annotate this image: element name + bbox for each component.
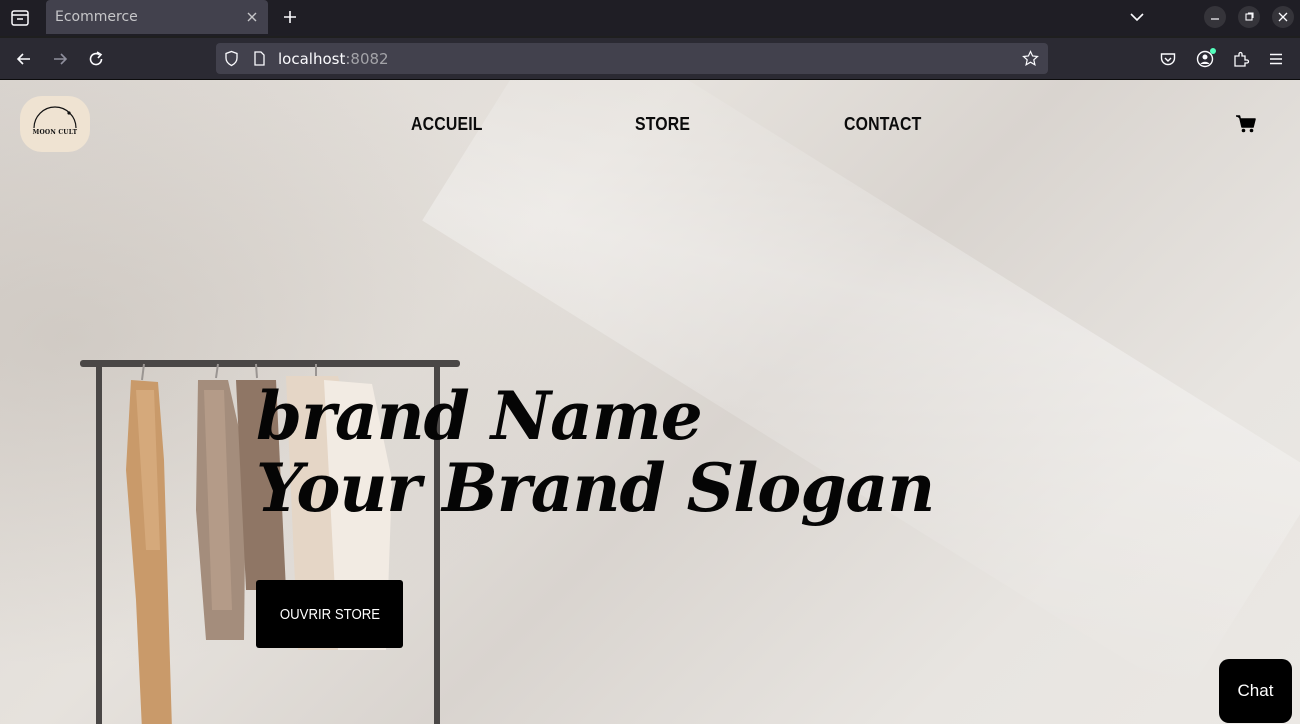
browser-nav-bar: localhost:8082 — [0, 38, 1300, 80]
menu-icon[interactable] — [1267, 50, 1285, 68]
hero-heading: brand Name Your Brand Slogan — [256, 377, 935, 527]
brand-slogan: Your Brand Slogan — [256, 449, 935, 527]
url-port: :8082 — [345, 50, 389, 68]
pocket-icon[interactable] — [1159, 50, 1177, 68]
brand-name: brand Name — [256, 377, 703, 455]
nav-link-home[interactable]: ACCUEIL — [411, 114, 483, 135]
url-host: localhost — [278, 50, 346, 68]
plus-icon[interactable] — [280, 7, 300, 27]
logo-text: MOON CULT — [32, 129, 78, 136]
notification-dot — [1210, 48, 1216, 54]
star-icon[interactable] — [1022, 50, 1039, 67]
close-icon[interactable] — [244, 9, 260, 25]
back-icon[interactable] — [15, 50, 33, 68]
close-window-icon[interactable] — [1272, 6, 1294, 28]
nav-link-contact[interactable]: CONTACT — [844, 114, 921, 135]
nav-link-store[interactable]: STORE — [635, 114, 690, 135]
chat-button[interactable]: Chat — [1219, 659, 1292, 723]
browser-tab-bar: Ecommerce — [0, 0, 1300, 36]
tab-list-icon[interactable] — [8, 6, 32, 30]
reload-icon[interactable] — [87, 50, 105, 68]
page-icon — [251, 50, 268, 67]
open-store-label: OUVRIR STORE — [279, 605, 380, 623]
forward-icon[interactable] — [51, 50, 69, 68]
brand-logo[interactable]: MOON CULT — [20, 96, 90, 152]
browser-tab[interactable]: Ecommerce — [46, 0, 268, 34]
tab-title: Ecommerce — [55, 9, 138, 25]
restore-icon[interactable] — [1238, 6, 1260, 28]
url-bar[interactable]: localhost:8082 — [216, 43, 1048, 74]
open-store-button[interactable]: OUVRIR STORE — [256, 580, 403, 648]
cart-icon[interactable] — [1236, 115, 1256, 133]
shield-icon[interactable] — [223, 50, 240, 67]
extensions-icon[interactable] — [1232, 50, 1250, 68]
url-text[interactable]: localhost:8082 — [278, 50, 389, 68]
minimize-icon[interactable] — [1204, 6, 1226, 28]
hero-section: MOON CULT ACCUEIL STORE CONTACT brand Na… — [0, 80, 1300, 724]
chevron-down-icon[interactable] — [1128, 8, 1146, 26]
